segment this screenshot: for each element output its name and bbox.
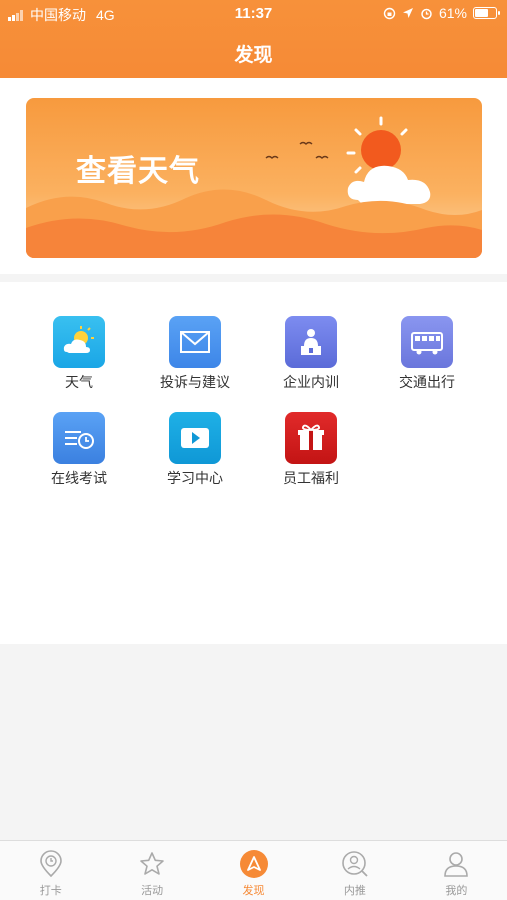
tab-referral[interactable]: 内推 <box>304 841 405 900</box>
mail-icon <box>169 316 221 368</box>
tab-activities[interactable]: 活动 <box>101 841 202 900</box>
feature-exam[interactable]: 在线考试 <box>21 412 137 488</box>
feature-label: 学习中心 <box>167 470 223 486</box>
banner-section: 查看天气 <box>0 78 507 274</box>
lock-rotation-icon <box>383 7 396 19</box>
tab-label: 内推 <box>343 885 366 897</box>
star-icon <box>137 849 167 879</box>
feature-training[interactable]: 企业内训 <box>253 316 369 392</box>
tab-discover[interactable]: 发现 <box>203 841 304 900</box>
feature-label: 投诉与建议 <box>160 374 230 390</box>
tab-label: 我的 <box>445 885 468 897</box>
tab-bar: 打卡 活动 发现 内推 我的 <box>0 840 507 900</box>
header: 中国移动 4G 11:37 61% 发现 <box>0 0 507 78</box>
tab-label: 发现 <box>242 885 265 897</box>
feature-label: 企业内训 <box>283 374 339 390</box>
discover-icon <box>239 849 269 879</box>
feature-section: 天气 投诉与建议 企业内训 交通出行 在线考试 学习中心 员工福利 <box>0 282 507 644</box>
feature-label: 天气 <box>65 374 93 390</box>
bus-icon <box>401 316 453 368</box>
location-icon <box>402 8 413 18</box>
play-icon <box>169 412 221 464</box>
weather-icon <box>53 316 105 368</box>
feature-weather[interactable]: 天气 <box>21 316 137 392</box>
tab-mine[interactable]: 我的 <box>406 841 507 900</box>
page-title: 发现 <box>234 45 273 66</box>
feature-benefits[interactable]: 员工福利 <box>253 412 369 488</box>
feature-label: 员工福利 <box>283 470 339 486</box>
user-icon <box>441 849 471 879</box>
feature-label: 在线考试 <box>51 470 107 486</box>
battery-icon <box>473 7 500 19</box>
tab-label: 活动 <box>141 885 164 897</box>
feature-learning[interactable]: 学习中心 <box>137 412 253 488</box>
feature-grid: 天气 投诉与建议 企业内训 交通出行 在线考试 学习中心 员工福利 <box>21 316 486 488</box>
feature-complaints[interactable]: 投诉与建议 <box>137 316 253 392</box>
tab-checkin[interactable]: 打卡 <box>0 841 101 900</box>
battery-percent: 61% <box>438 5 467 21</box>
status-bar: 中国移动 4G 11:37 61% <box>0 0 507 28</box>
alarm-icon <box>421 8 432 19</box>
lecture-icon <box>285 316 337 368</box>
exam-icon <box>53 412 105 464</box>
user-search-icon <box>340 849 370 879</box>
tab-label: 打卡 <box>39 885 62 897</box>
weather-banner[interactable]: 查看天气 <box>26 98 482 258</box>
gift-icon <box>285 412 337 464</box>
location-pin-icon <box>36 849 66 879</box>
banner-text: 查看天气 <box>76 155 200 188</box>
feature-label: 交通出行 <box>399 374 455 390</box>
feature-transport[interactable]: 交通出行 <box>369 316 485 392</box>
